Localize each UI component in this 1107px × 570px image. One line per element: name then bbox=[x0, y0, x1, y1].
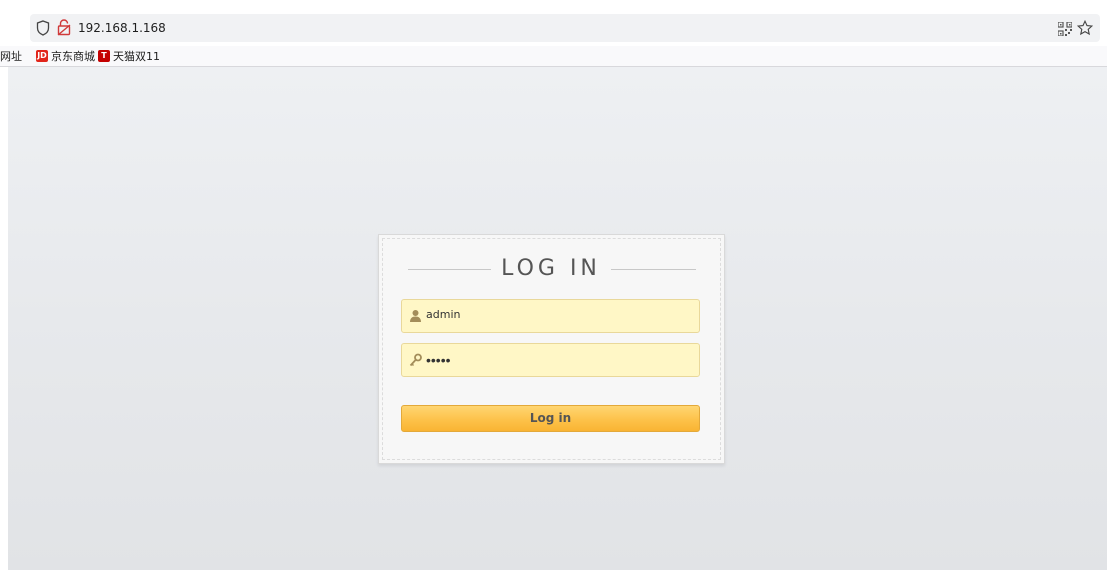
bookmark-item-tmall[interactable]: T 天猫双11 bbox=[98, 49, 160, 63]
login-button[interactable]: Log in bbox=[401, 405, 700, 432]
bookmark-item-jd[interactable]: JD 京东商城 bbox=[36, 49, 95, 63]
login-card: LOG IN admin ••••• Log in bbox=[378, 234, 725, 464]
bookmark-label: 网址 bbox=[0, 50, 22, 63]
page-background: LOG IN admin ••••• Log in bbox=[8, 67, 1107, 570]
bookmark-label: 天猫双11 bbox=[113, 50, 160, 63]
bookmarks-bar: 网址 JD 京东商城 T 天猫双11 bbox=[0, 46, 1107, 67]
url-field[interactable] bbox=[30, 14, 1100, 42]
insecure-lock-icon[interactable] bbox=[57, 19, 71, 36]
bookmark-item-1[interactable]: 网址 bbox=[0, 49, 22, 63]
user-icon bbox=[410, 310, 421, 322]
url-text[interactable]: 192.168.1.168 bbox=[78, 20, 166, 36]
title-divider-left bbox=[408, 269, 491, 270]
bookmark-star-icon[interactable] bbox=[1077, 20, 1093, 36]
bookmark-label: 京东商城 bbox=[51, 50, 95, 63]
tmall-favicon-icon: T bbox=[98, 50, 110, 62]
login-title-row: LOG IN bbox=[379, 254, 724, 284]
title-divider-right bbox=[611, 269, 696, 270]
address-bar: 192.168.1.168 bbox=[0, 0, 1107, 46]
password-mask: ••••• bbox=[426, 352, 451, 368]
qr-code-icon[interactable] bbox=[1058, 22, 1072, 36]
username-value: admin bbox=[426, 308, 461, 321]
tracking-protection-icon[interactable] bbox=[36, 20, 50, 36]
jd-favicon-icon: JD bbox=[36, 50, 48, 62]
key-icon bbox=[409, 353, 422, 367]
password-input[interactable]: ••••• bbox=[401, 343, 700, 377]
username-input[interactable]: admin bbox=[401, 299, 700, 333]
login-title: LOG IN bbox=[501, 256, 601, 281]
